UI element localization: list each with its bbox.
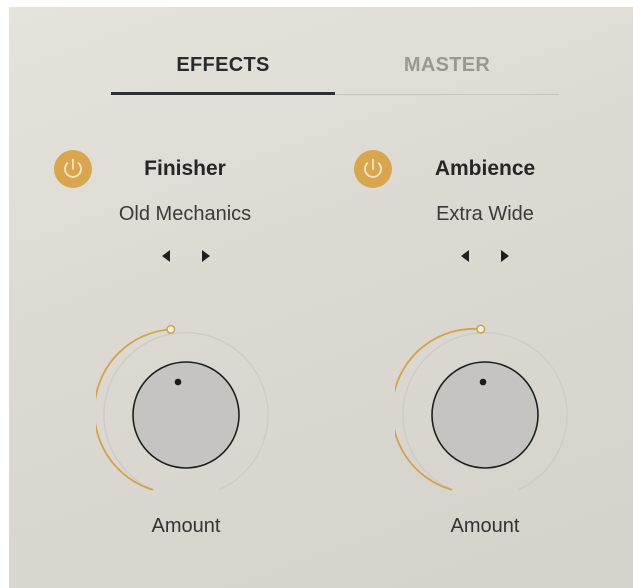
knob-body xyxy=(132,361,240,469)
dot-icon xyxy=(479,378,487,386)
ambience-title: Ambience xyxy=(434,157,536,180)
triangle-right-icon xyxy=(202,250,210,262)
finisher-next-preset-button[interactable] xyxy=(195,246,215,266)
knob-body xyxy=(431,361,539,469)
ambience-preset-name[interactable]: Extra Wide xyxy=(375,203,595,226)
ambience-prev-preset-button[interactable] xyxy=(456,246,476,266)
knob-handle[interactable] xyxy=(166,324,176,334)
tab-master[interactable]: MASTER xyxy=(335,54,559,78)
triangle-left-icon xyxy=(162,250,170,262)
dot-icon xyxy=(174,378,182,386)
ambience-next-preset-button[interactable] xyxy=(494,246,514,266)
triangle-right-icon xyxy=(501,250,509,262)
triangle-left-icon xyxy=(461,250,469,262)
finisher-amount-label: Amount xyxy=(151,515,221,537)
active-tab-indicator xyxy=(111,92,335,95)
tab-effects[interactable]: EFFECTS xyxy=(111,54,335,78)
finisher-title: Finisher xyxy=(144,157,226,180)
finisher-amount-knob[interactable] xyxy=(96,320,276,500)
knob-handle[interactable] xyxy=(476,324,486,334)
finisher-prev-preset-button[interactable] xyxy=(157,246,177,266)
finisher-preset-name[interactable]: Old Mechanics xyxy=(75,203,295,226)
ambience-amount-knob[interactable] xyxy=(395,320,575,500)
effects-panel: EFFECTS MASTER Finisher Old Mechanics Am… xyxy=(9,7,633,588)
ambience-amount-label: Amount xyxy=(450,515,520,537)
